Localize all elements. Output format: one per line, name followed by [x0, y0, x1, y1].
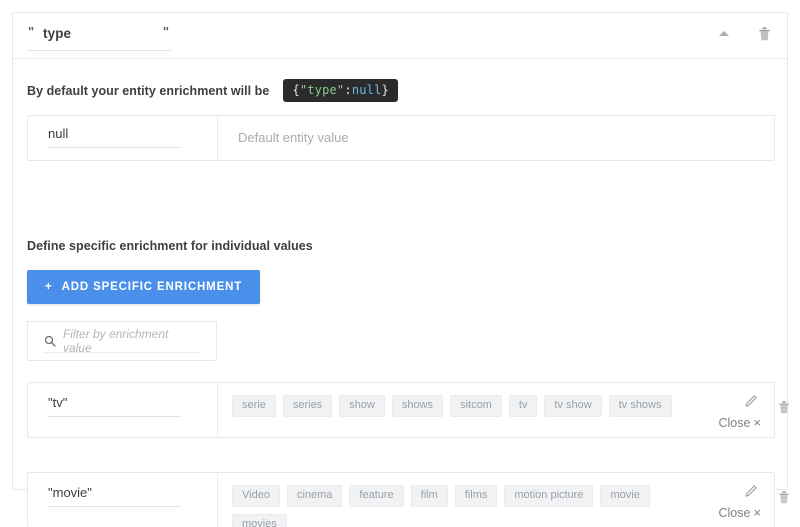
tag[interactable]: cinema — [286, 485, 343, 507]
tag[interactable]: series — [282, 395, 333, 417]
close-icon: × — [753, 415, 761, 430]
default-row-left-cell: null — [28, 116, 218, 160]
header-actions — [713, 22, 775, 44]
enrichment-row-actions: Close × — [718, 481, 761, 520]
json-preview-badge: {"type":null} — [283, 79, 398, 102]
tag[interactable]: serie — [232, 395, 276, 417]
delete-enrichment-row-button[interactable] — [774, 487, 794, 507]
entity-card: " type " By default your entity enrichme… — [12, 12, 789, 527]
tag[interactable]: tv shows — [608, 395, 672, 417]
specific-enrichment-title: Define specific enrichment for individua… — [27, 239, 313, 253]
enrichment-row-right-cell: Video cinema feature film films motion p… — [218, 473, 774, 527]
quote-left: " — [28, 24, 35, 39]
default-value-row: null Default entity value — [27, 115, 775, 161]
enrichment-value-input[interactable]: "movie" — [48, 485, 181, 507]
enrichment-row: "tv" serie series show shows sitcom tv t… — [27, 382, 775, 438]
filter-box[interactable]: Filter by enrichment value — [27, 321, 217, 361]
trash-icon — [759, 26, 769, 40]
tag[interactable]: show — [339, 395, 385, 417]
enrichment-row: "movie" Video cinema feature film films … — [27, 472, 775, 527]
enrichment-row-left-cell: "movie" — [28, 473, 218, 527]
close-label: Close — [718, 505, 751, 520]
add-button-label: ADD SPECIFIC ENRICHMENT — [61, 281, 243, 293]
add-specific-enrichment-button[interactable]: + ADD SPECIFIC ENRICHMENT — [27, 270, 261, 304]
close-enrichment-row-button[interactable]: Close × — [718, 415, 761, 430]
default-value-placeholder: Default entity value — [238, 130, 349, 145]
json-key: "type" — [299, 83, 345, 97]
tag[interactable]: films — [454, 485, 498, 507]
close-label: Close — [718, 415, 751, 430]
tag[interactable]: tv show — [544, 395, 602, 417]
card-header: " type " — [13, 13, 787, 59]
default-enrichment-line: By default your entity enrichment will b… — [27, 79, 398, 102]
tag[interactable]: movies — [232, 514, 287, 527]
tag[interactable]: film — [410, 485, 448, 507]
enrichment-row-left-cell: "tv" — [28, 383, 218, 437]
filter-inner: Filter by enrichment value — [44, 327, 200, 355]
entity-key-input[interactable]: " type " — [27, 23, 171, 51]
entity-key-name: type — [43, 26, 72, 41]
json-open-brace: { — [292, 83, 300, 97]
default-enrichment-label: By default your entity enrichment will b… — [27, 83, 270, 98]
json-colon: : — [344, 83, 352, 97]
filter-input-placeholder[interactable]: Filter by enrichment value — [63, 327, 200, 355]
enrichment-value-input[interactable]: "tv" — [48, 395, 181, 417]
default-row-right-cell: Default entity value — [218, 116, 774, 160]
edit-enrichment-button[interactable] — [741, 391, 761, 411]
delete-enrichment-row-button[interactable] — [774, 397, 794, 417]
enrichment-row-right-cell: serie series show shows sitcom tv tv sho… — [218, 383, 774, 437]
pencil-icon — [745, 485, 757, 497]
caret-up-icon — [719, 30, 729, 36]
tag[interactable]: movie — [600, 485, 650, 507]
quote-right: " — [162, 24, 169, 39]
enrichment-tag-list: serie series show shows sitcom tv tv sho… — [232, 395, 672, 417]
pencil-icon — [745, 395, 757, 407]
default-value-input[interactable]: null — [48, 126, 181, 148]
edit-enrichment-button[interactable] — [741, 481, 761, 501]
close-icon: × — [753, 505, 761, 520]
delete-entity-button[interactable] — [753, 22, 775, 44]
tag[interactable]: sitcom — [450, 395, 502, 417]
plus-icon: + — [45, 281, 53, 293]
tag[interactable]: Video — [232, 485, 280, 507]
tag[interactable]: shows — [391, 395, 444, 417]
collapse-button[interactable] — [713, 22, 735, 44]
entity-enrichment-page: " type " By default your entity enrichme… — [0, 0, 800, 527]
enrichment-row-actions: Close × — [718, 391, 761, 430]
tag[interactable]: motion picture — [504, 485, 594, 507]
search-icon — [44, 335, 56, 347]
trash-icon — [779, 491, 789, 504]
enrichment-tag-list: Video cinema feature film films motion p… — [232, 485, 702, 527]
json-value: null — [351, 83, 382, 97]
tag[interactable]: tv — [508, 395, 538, 417]
trash-icon — [779, 401, 789, 414]
json-close-brace: } — [381, 83, 389, 97]
close-enrichment-row-button[interactable]: Close × — [718, 505, 761, 520]
tag[interactable]: feature — [349, 485, 404, 507]
